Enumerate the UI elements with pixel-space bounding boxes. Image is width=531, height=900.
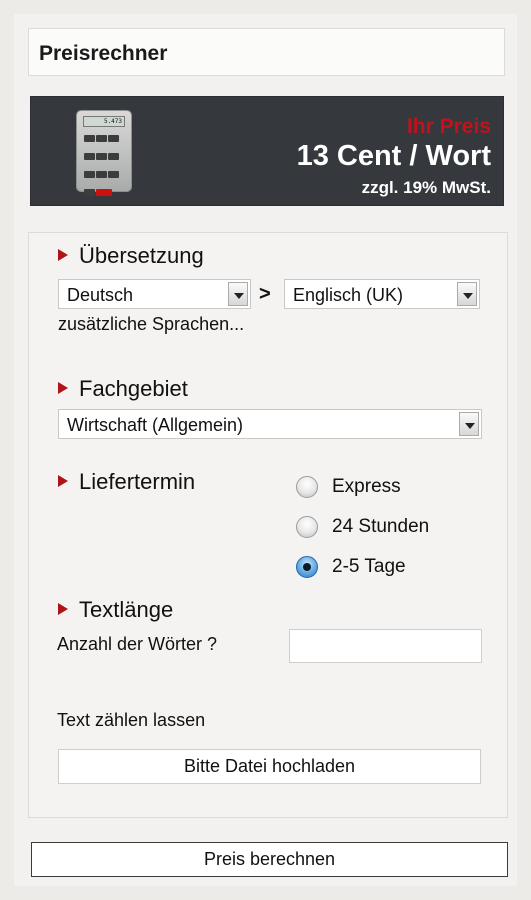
chevron-down-icon[interactable] xyxy=(228,282,248,306)
delivery-option-label: 24 Stunden xyxy=(332,516,430,538)
chevron-down-icon[interactable] xyxy=(457,282,477,306)
price-value: 13 Cent / Wort xyxy=(296,140,491,172)
panel-title: Preisrechner xyxy=(28,28,505,76)
triangle-bullet-icon xyxy=(58,382,68,394)
radio-button[interactable] xyxy=(296,516,318,538)
source-language-value: Deutsch xyxy=(67,285,134,305)
subject-select[interactable]: Wirtschaft (Allgemein) xyxy=(58,409,482,439)
subject-value: Wirtschaft (Allgemein) xyxy=(67,415,244,435)
delivery-option-label: Express xyxy=(332,476,401,498)
radio-button[interactable] xyxy=(296,476,318,498)
subject-heading: Fachgebiet xyxy=(58,376,188,402)
triangle-bullet-icon xyxy=(58,603,68,615)
price-label: Ihr Preis xyxy=(406,115,491,138)
delivery-heading-label: Liefertermin xyxy=(79,469,196,494)
target-language-select[interactable]: Englisch (UK) xyxy=(284,279,480,309)
radio-button-selected[interactable] xyxy=(296,556,318,578)
text-length-heading: Textlänge xyxy=(58,597,173,623)
word-count-input[interactable] xyxy=(289,629,482,663)
translation-heading: Übersetzung xyxy=(58,243,204,269)
price-display: 5.473 Ihr Preis 13 Cent / Wort zzgl. 19%… xyxy=(30,96,504,206)
chevron-down-icon[interactable] xyxy=(459,412,479,436)
calculator-screen: 5.473 xyxy=(83,116,125,127)
price-tax-note: zzgl. 19% MwSt. xyxy=(361,178,491,197)
calculate-price-button[interactable]: Preis berechnen xyxy=(31,842,508,877)
text-length-heading-label: Textlänge xyxy=(79,597,174,622)
source-language-select[interactable]: Deutsch xyxy=(58,279,251,309)
delivery-option-24h[interactable]: 24 Stunden xyxy=(296,516,429,538)
target-language-value: Englisch (UK) xyxy=(293,285,404,305)
delivery-option-label: 2-5 Tage xyxy=(332,556,406,578)
delivery-option-express[interactable]: Express xyxy=(296,476,401,498)
calculator-keys xyxy=(84,132,124,204)
delivery-heading: Liefertermin xyxy=(58,469,195,495)
upload-file-button[interactable]: Bitte Datei hochladen xyxy=(58,749,481,784)
word-count-label: Anzahl der Wörter ? xyxy=(57,634,218,654)
count-text-label: Text zählen lassen xyxy=(57,710,206,730)
subject-heading-label: Fachgebiet xyxy=(79,376,188,401)
language-separator: > xyxy=(259,283,271,305)
triangle-bullet-icon xyxy=(58,475,68,487)
calculator-icon: 5.473 xyxy=(77,111,131,196)
translation-heading-label: Übersetzung xyxy=(79,243,204,268)
delivery-option-2-5-days[interactable]: 2-5 Tage xyxy=(296,556,406,578)
triangle-bullet-icon xyxy=(58,249,68,261)
additional-languages-link[interactable]: zusätzliche Sprachen... xyxy=(58,314,244,335)
